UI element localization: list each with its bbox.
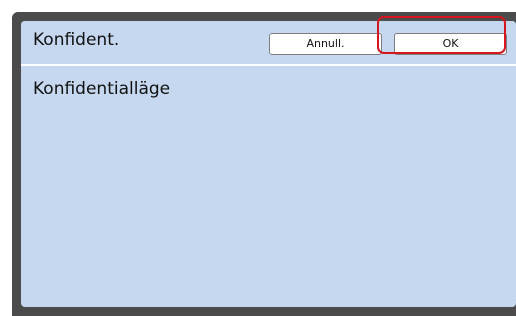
- dialog-title: Konfident.: [33, 30, 120, 50]
- cancel-button[interactable]: Annull.: [269, 33, 382, 55]
- screen-frame: Konfident. Annull. OK Konfidentialläge: [12, 12, 516, 316]
- ok-button[interactable]: OK: [394, 33, 507, 55]
- dialog-panel: Konfident. Annull. OK Konfidentialläge: [21, 21, 516, 307]
- dialog-header: Konfident. Annull. OK: [21, 21, 516, 66]
- dialog-content: Konfidentialläge: [21, 66, 516, 307]
- mode-label: Konfidentialläge: [33, 79, 171, 99]
